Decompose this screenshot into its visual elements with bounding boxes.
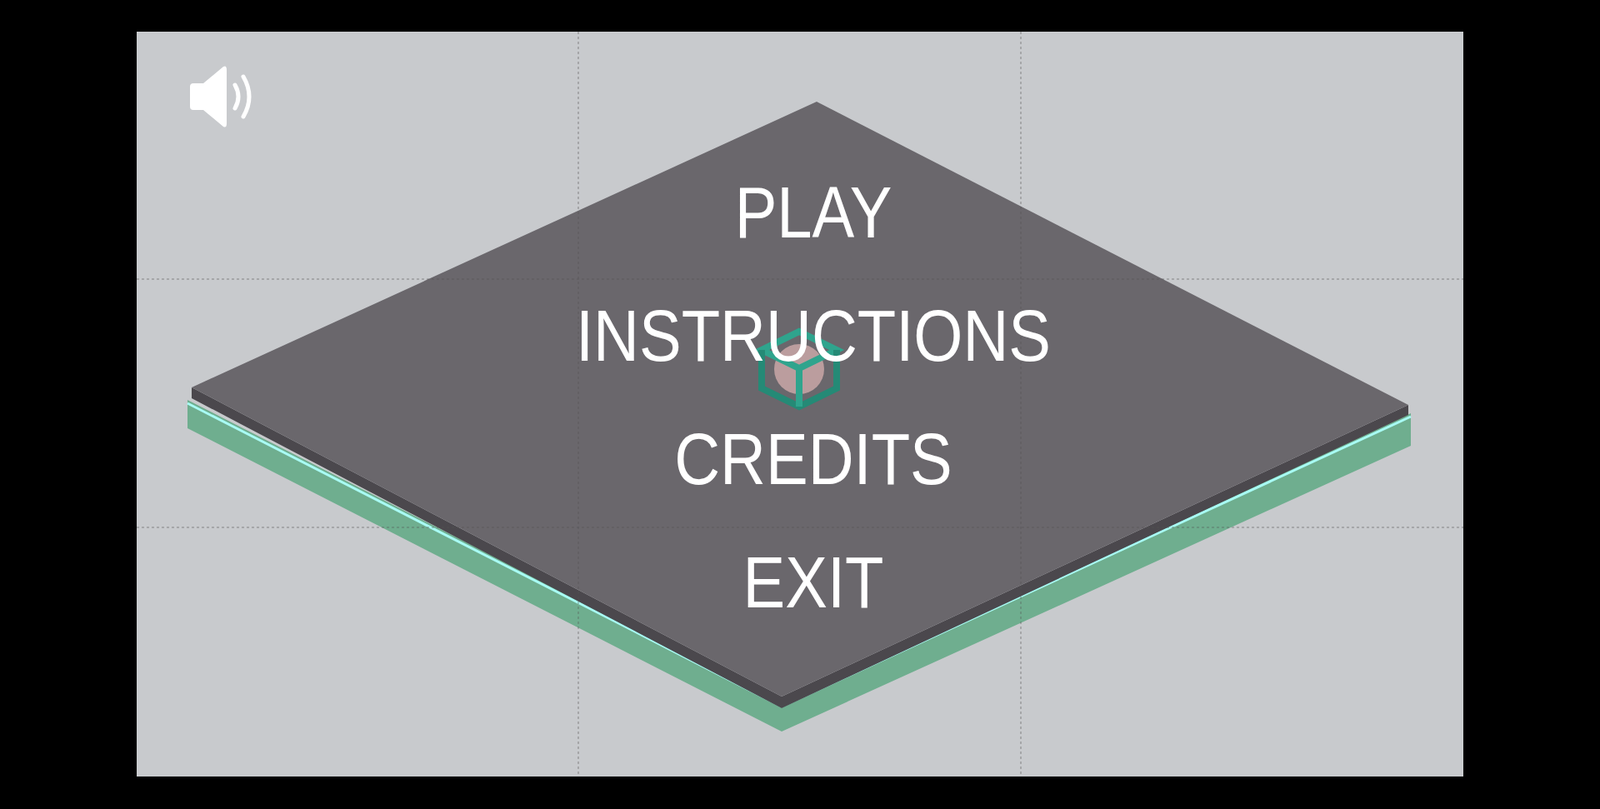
main-menu: PLAYINSTRUCTIONSCREDITSEXIT [136, 150, 1464, 645]
sound-button[interactable] [186, 63, 260, 130]
menu-item[interactable]: CREDITS [674, 388, 953, 530]
platform-scene [136, 31, 1464, 777]
speaker-icon [186, 63, 260, 130]
menu-item[interactable]: EXIT [743, 511, 885, 654]
menu-item[interactable]: PLAY [735, 141, 893, 284]
game-canvas: PLAYINSTRUCTIONSCREDITSEXIT [136, 31, 1464, 777]
menu-item[interactable]: INSTRUCTIONS [575, 265, 1051, 407]
game-window: PLAYINSTRUCTIONSCREDITSEXIT [0, 0, 1600, 809]
